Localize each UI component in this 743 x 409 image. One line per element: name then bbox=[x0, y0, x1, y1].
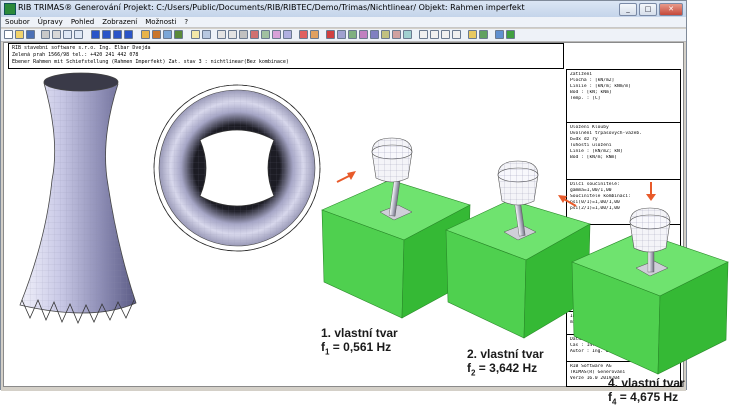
arrow-mode-4 bbox=[646, 182, 656, 201]
mode-4-model bbox=[571, 207, 729, 375]
mode-2-label: 2. vlastní tvar f2 = 3,642 Hz bbox=[467, 347, 544, 380]
cooling-tower-model bbox=[19, 72, 137, 325]
mode-2-model bbox=[445, 160, 591, 339]
mode-4-label: 4. vlastní tvar f4 = 4,675 Hz bbox=[608, 376, 685, 409]
arrow-mode-1 bbox=[336, 171, 356, 183]
mode-1-title: 1. vlastní tvar bbox=[321, 326, 398, 340]
tower-top-view bbox=[153, 84, 321, 252]
mode-4-frequency: f4 = 4,675 Hz bbox=[608, 390, 679, 407]
mode-1-frequency: f1 = 0,561 Hz bbox=[321, 340, 392, 357]
arrow-mode-2 bbox=[558, 195, 577, 207]
mode-4-title: 4. vlastní tvar bbox=[608, 376, 685, 390]
mode-2-title: 2. vlastní tvar bbox=[467, 347, 544, 361]
mode-1-label: 1. vlastní tvar f1 = 0,561 Hz bbox=[321, 326, 398, 359]
mode-2-frequency: f2 = 3,642 Hz bbox=[467, 361, 538, 378]
